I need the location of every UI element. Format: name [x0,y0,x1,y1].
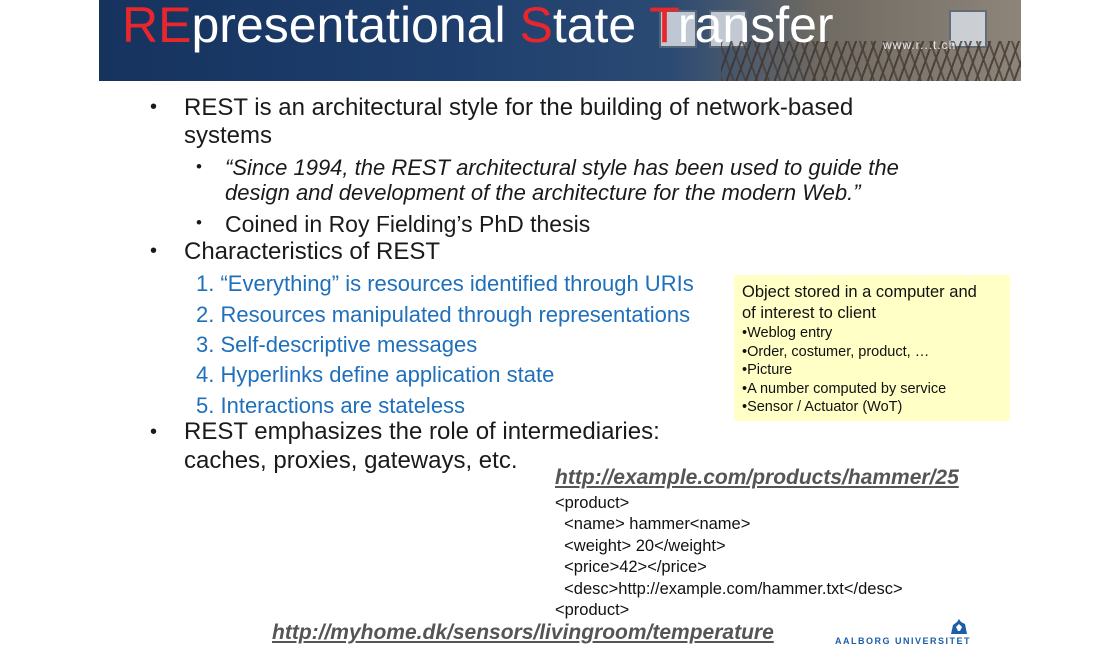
point-architectural-style-line1: REST is an architectural style for the b… [184,94,854,121]
bullet-icon: • [196,157,202,176]
bullet-icon: • [150,96,158,118]
bullet-icon: • [150,240,158,262]
bullet-icon: • [150,421,158,443]
xml-line: <price>42></price> [555,558,707,576]
note-heading-line2: of interest to client [742,304,876,322]
item-text: “Everything” is resources identified thr… [220,271,694,296]
title-part-ransfer: ransfer [677,0,834,53]
note-item: •Sensor / Actuator (WoT) [742,399,903,415]
item-text: Hyperlinks define application state [220,362,555,387]
website-watermark: www.r...t.ch [883,38,957,52]
title-part-s: S [519,0,553,53]
item-number: 5. [196,393,215,418]
xml-line: <desc>http://example.com/hammer.txt</des… [555,580,903,598]
xml-line: <name> hammer<name> [555,515,751,533]
characteristic-item: 4. Hyperlinks define application state [196,362,554,388]
resource-note-box: Object stored in a computer and of inter… [734,275,1010,421]
aau-seal-icon [951,619,967,634]
item-number: 3. [196,332,215,357]
slide-title: REpresentational State Transfer [122,0,834,54]
characteristics-heading: Characteristics of REST [184,238,441,265]
university-logo: AALBORG UNIVERSITET [835,618,991,648]
sensor-resource-url[interactable]: http://myhome.dk/sensors/livingroom/temp… [272,621,774,645]
xml-line: <product> [555,494,630,512]
intermediaries-line2: caches, proxies, gateways, etc. [184,447,518,474]
note-heading-line1: Object stored in a computer and [742,283,977,301]
title-part-t: T [649,0,678,53]
example-resource-url[interactable]: http://example.com/products/hammer/25 [555,466,959,490]
note-item: •A number computed by service [742,380,947,397]
coined-text: Coined in Roy Fielding’s PhD thesis [225,211,591,237]
xml-line: <product> [555,601,630,619]
characteristic-item: 2. Resources manipulated through represe… [196,302,690,328]
xml-line: <weight> 20</weight> [555,537,726,555]
item-number: 1. [196,271,215,296]
bullet-icon: • [196,213,202,232]
item-number: 4. [196,362,215,387]
logo-text: AALBORG UNIVERSITET [835,636,972,646]
point-architectural-style-line2: systems [184,122,273,149]
characteristic-item: 1. “Everything” is resources identified … [196,271,694,297]
characteristic-item: 5. Interactions are stateless [196,393,465,419]
item-number: 2. [196,302,215,327]
note-item: •Order, costumer, product, … [742,343,930,360]
quote-line1: “Since 1994, the REST architectural styl… [225,155,899,180]
title-part-presentational: presentational [191,0,520,53]
title-part-re: RE [122,0,192,53]
item-text: Interactions are stateless [220,393,466,418]
title-part-tate: tate [552,0,650,53]
characteristic-item: 3. Self-descriptive messages [196,332,477,358]
intermediaries-line1: REST emphasizes the role of intermediari… [184,418,660,445]
item-text: Self-descriptive messages [220,332,478,357]
note-item: •Weblog entry [742,325,833,341]
note-item: •Picture [742,362,793,378]
quote-line2: design and development of the architectu… [225,180,861,205]
item-text: Resources manipulated through representa… [220,302,691,327]
